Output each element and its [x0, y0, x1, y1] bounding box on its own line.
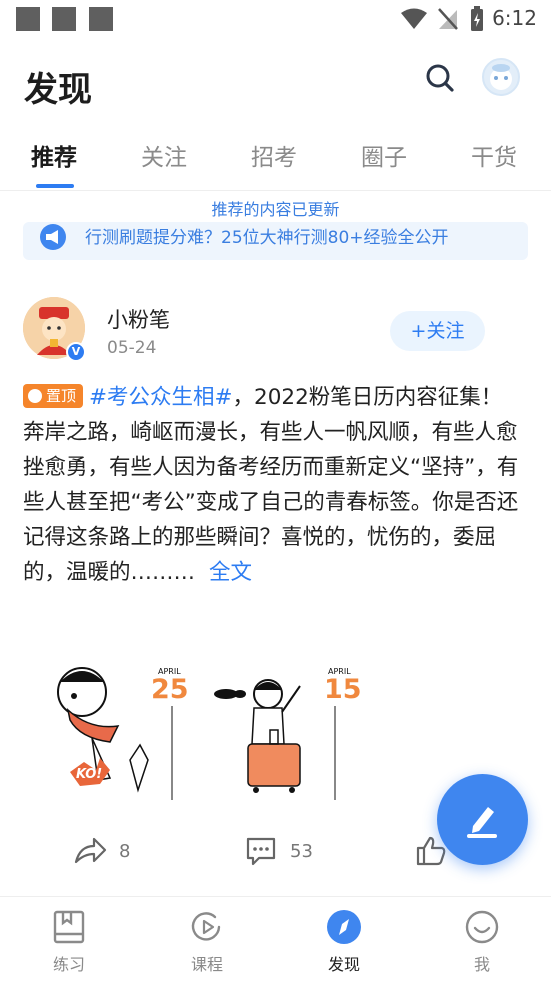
- post-body-text: 奔岸之路，崎岖而漫长，有些人一帆风顺，有些人愈挫愈勇，有些人因为备考经历而重新定…: [23, 420, 519, 585]
- comment-icon[interactable]: [244, 834, 278, 868]
- me-smile-icon: [465, 910, 499, 944]
- share-count: 8: [119, 841, 131, 862]
- nav-discover[interactable]: 发现: [299, 897, 389, 981]
- practice-book-icon: [53, 910, 85, 944]
- search-icon[interactable]: [422, 60, 458, 96]
- full-text-link[interactable]: 全文: [209, 560, 252, 585]
- tab-recommend[interactable]: 推荐: [31, 138, 77, 172]
- nav-courses-label: 课程: [190, 955, 223, 974]
- verified-badge-icon: V: [66, 342, 86, 362]
- announcement-banner[interactable]: 行测刷题提分难？25位大神行测80+经验全公开: [23, 222, 528, 260]
- tab-circle[interactable]: 圈子: [361, 138, 407, 172]
- active-tab-indicator: [36, 184, 74, 188]
- megaphone-icon: [40, 224, 66, 250]
- author-name[interactable]: 小粉笔: [107, 304, 170, 334]
- battery-icon: [471, 6, 483, 31]
- nav-courses[interactable]: 课程: [162, 897, 252, 981]
- banner-text: 行测刷题提分难？25位大神行测80+经验全公开: [85, 228, 449, 248]
- pinned-label: 置顶: [46, 387, 77, 405]
- post-date: 05-24: [107, 338, 157, 358]
- notification-icon: [89, 7, 113, 31]
- nav-practice[interactable]: 练习: [24, 897, 114, 981]
- tab-tips[interactable]: 干货: [471, 138, 517, 172]
- notification-icon: [16, 7, 40, 31]
- bottom-navigation: 练习 课程 发现 我: [0, 896, 551, 981]
- pin-icon: [28, 388, 42, 403]
- follow-button[interactable]: +关注: [390, 311, 485, 351]
- calendar-day: 15: [324, 674, 362, 705]
- topic-link[interactable]: #考公众生相#: [89, 385, 233, 410]
- nav-me-label: 我: [473, 955, 490, 974]
- pinned-badge: 置顶: [23, 384, 84, 408]
- discover-compass-icon: [327, 910, 361, 944]
- edit-pen-icon: [467, 807, 497, 838]
- post-content[interactable]: 置顶 #考公众生相#，2022粉笔日历内容征集！ 奔岸之路，崎岖而漫长，有些人一帆…: [23, 380, 531, 590]
- notification-icon: [52, 7, 76, 31]
- compose-button[interactable]: [437, 774, 528, 865]
- course-play-icon: [191, 912, 221, 941]
- no-signal-icon: [438, 8, 458, 30]
- page-title: 发现: [24, 70, 92, 110]
- post-title-text: ，2022粉笔日历内容征集！: [232, 385, 503, 410]
- tab-exam[interactable]: 招考: [251, 138, 297, 172]
- user-avatar[interactable]: [482, 58, 520, 96]
- wifi-icon: [401, 8, 427, 29]
- tab-follow[interactable]: 关注: [141, 138, 187, 172]
- post-image-2[interactable]: APRIL 15: [210, 660, 370, 805]
- divider: [0, 190, 551, 191]
- post-image-1[interactable]: APRIL 25 KO!: [40, 660, 200, 805]
- calendar-day: 25: [151, 674, 189, 705]
- status-bar: 6:12: [0, 0, 551, 38]
- avatar-icon: [490, 64, 512, 90]
- update-notice: 推荐的内容已更新: [211, 200, 340, 219]
- nav-me[interactable]: 我: [437, 897, 527, 981]
- comment-count: 53: [290, 841, 313, 862]
- nav-practice-label: 练习: [52, 955, 85, 974]
- nav-discover-label: 发现: [327, 955, 360, 974]
- status-time: 6:12: [492, 6, 537, 30]
- share-icon[interactable]: [72, 834, 108, 868]
- ko-sticker: KO!: [76, 767, 103, 782]
